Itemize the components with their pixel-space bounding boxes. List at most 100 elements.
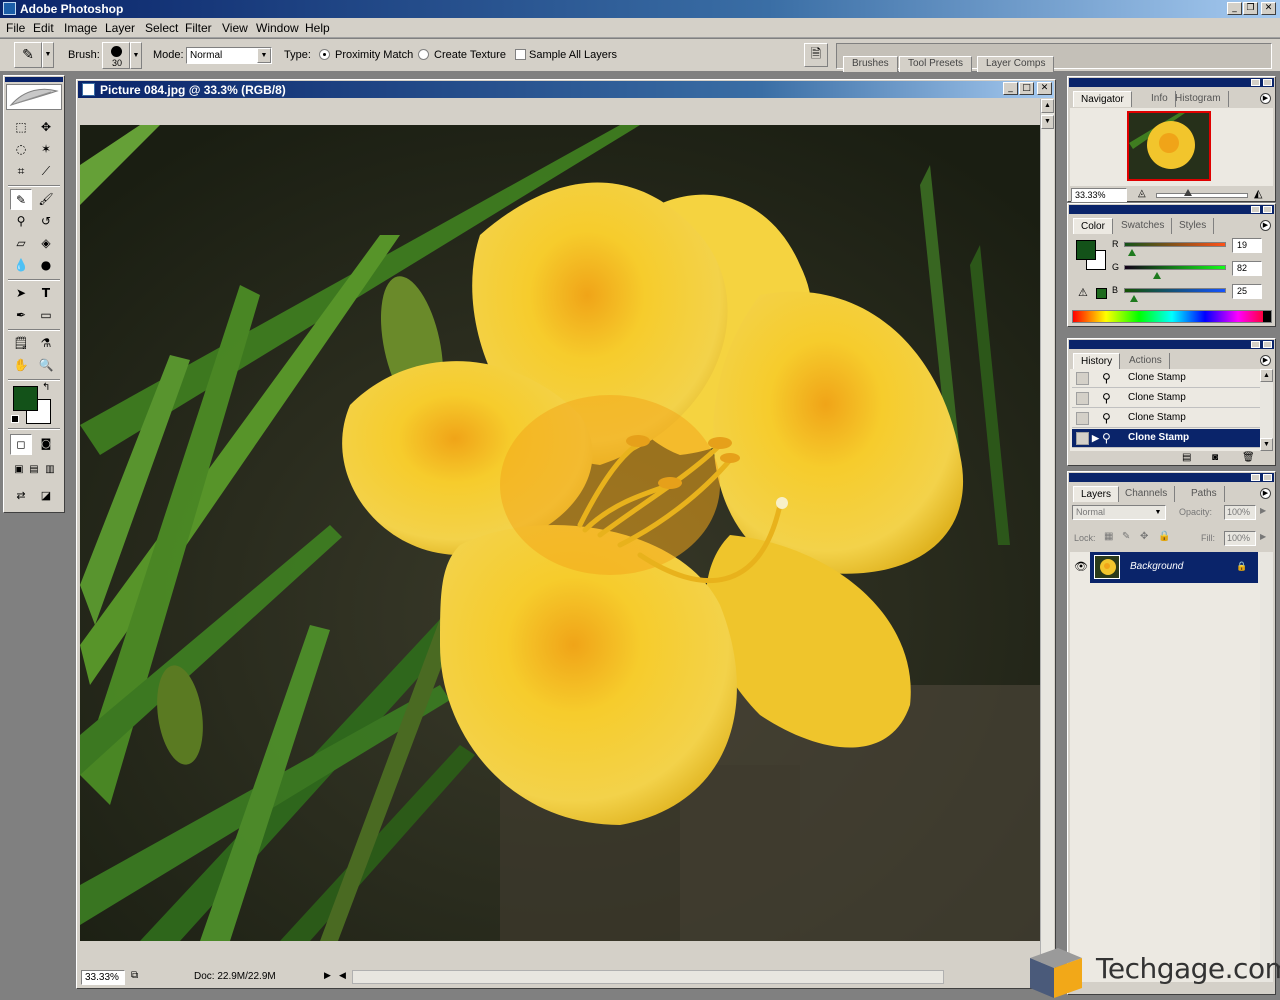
tab-color[interactable]: Color xyxy=(1073,218,1113,234)
scroll-up-icon[interactable]: ▲ xyxy=(1041,99,1054,113)
hand-tool-icon[interactable]: ✋ xyxy=(10,355,32,376)
document-title-bar[interactable]: Picture 084.jpg @ 33.3% (RGB/8) _ □ ✕ xyxy=(78,81,1054,98)
spectrum-black-swatch[interactable] xyxy=(1263,311,1271,322)
default-colors-icon[interactable] xyxy=(11,415,19,423)
lock-all-icon[interactable]: 🔒 xyxy=(1158,531,1170,542)
foreground-color-swatch[interactable] xyxy=(13,386,38,411)
menu-window[interactable]: Window xyxy=(256,21,299,35)
restore-button[interactable]: ❐ xyxy=(1243,2,1258,15)
palette-menu-icon[interactable]: ▶ xyxy=(1260,355,1271,366)
lasso-tool-icon[interactable]: ◌ xyxy=(10,139,32,160)
crop-tool-icon[interactable]: ⌗ xyxy=(10,161,32,182)
tab-channels[interactable]: Channels xyxy=(1118,486,1176,502)
menu-file[interactable]: File xyxy=(6,21,25,35)
status-menu-arrow-icon[interactable]: ▶ xyxy=(324,970,331,981)
scroll-down-icon[interactable]: ▼ xyxy=(1041,115,1054,129)
proximity-match-radio[interactable] xyxy=(319,49,330,60)
trash-icon[interactable]: 🗑 xyxy=(1242,452,1255,463)
tab-navigator[interactable]: Navigator xyxy=(1073,91,1132,107)
history-item-selected[interactable]: ▶ ⚲ Clone Stamp xyxy=(1072,429,1262,448)
menu-filter[interactable]: Filter xyxy=(185,21,212,35)
chevron-down-icon[interactable]: ▼ xyxy=(257,48,271,63)
notes-tool-icon[interactable]: 🗒 xyxy=(10,333,32,354)
channel-r-slider[interactable] xyxy=(1124,242,1226,247)
pen-tool-icon[interactable]: ✒ xyxy=(10,305,32,326)
scroll-left-icon[interactable]: ◀ xyxy=(339,970,346,981)
menu-select[interactable]: Select xyxy=(145,21,178,35)
history-source-checkbox[interactable] xyxy=(1076,372,1089,385)
history-item[interactable]: ⚲ Clone Stamp xyxy=(1072,389,1262,408)
history-palette-bar[interactable] xyxy=(1069,340,1274,349)
marquee-tool-icon[interactable]: ⬚ xyxy=(10,117,32,138)
path-selection-tool-icon[interactable]: ➤ xyxy=(10,283,32,304)
color-foreground-swatch[interactable] xyxy=(1076,240,1096,260)
navigator-zoom-slider[interactable] xyxy=(1156,193,1248,198)
close-button[interactable]: ✕ xyxy=(1261,2,1276,15)
file-browser-icon[interactable]: 🗎 xyxy=(804,43,828,67)
zoom-out-icon[interactable]: ◬ xyxy=(1138,188,1146,199)
gamut-color-swatch[interactable] xyxy=(1096,288,1107,299)
palette-menu-icon[interactable]: ▶ xyxy=(1260,220,1271,231)
tab-paths[interactable]: Paths xyxy=(1184,486,1225,502)
minimize-button[interactable]: _ xyxy=(1227,2,1242,15)
channel-r-thumb[interactable] xyxy=(1127,249,1136,256)
channel-b-slider[interactable] xyxy=(1124,288,1226,293)
blur-tool-icon[interactable]: 💧 xyxy=(10,255,32,276)
scroll-down-icon[interactable]: ▼ xyxy=(1260,438,1273,451)
eraser-tool-icon[interactable]: ▱ xyxy=(10,233,32,254)
quick-mask-icon[interactable]: ◙ xyxy=(35,434,57,455)
channel-b-thumb[interactable] xyxy=(1130,295,1138,302)
menu-edit[interactable]: Edit xyxy=(33,21,54,35)
palette-minimize-icon[interactable] xyxy=(1251,79,1260,86)
tab-layers[interactable]: Layers xyxy=(1073,486,1120,502)
horizontal-scrollbar[interactable] xyxy=(352,970,944,984)
channel-g-slider[interactable] xyxy=(1124,265,1226,270)
healing-brush-preset-icon[interactable]: ✎ xyxy=(14,42,42,68)
shape-tool-icon[interactable]: ▭ xyxy=(35,305,57,326)
tab-actions[interactable]: Actions xyxy=(1122,353,1170,369)
slice-tool-icon[interactable]: ⟋ xyxy=(35,161,57,182)
history-source-checkbox[interactable] xyxy=(1076,412,1089,425)
adobe-online-feather-icon[interactable] xyxy=(6,84,62,110)
magic-wand-tool-icon[interactable]: ✶ xyxy=(35,139,57,160)
doc-maximize-button[interactable]: □ xyxy=(1019,82,1034,95)
palette-close-icon[interactable] xyxy=(1263,341,1272,348)
create-texture-radio[interactable] xyxy=(418,49,429,60)
jump-to-imageready-icon[interactable]: ⇄ xyxy=(10,486,32,507)
snapshot-icon[interactable]: ◙ xyxy=(1212,452,1218,463)
navigator-palette-bar[interactable] xyxy=(1069,78,1274,87)
mode-select[interactable]: Normal ▼ xyxy=(186,47,272,64)
history-item[interactable]: ⚲ Clone Stamp xyxy=(1072,409,1262,428)
new-document-from-state-icon[interactable]: ▤ xyxy=(1182,452,1191,463)
color-palette-bar[interactable] xyxy=(1069,205,1274,214)
channel-g-thumb[interactable] xyxy=(1152,272,1161,279)
doc-minimize-button[interactable]: _ xyxy=(1003,82,1018,95)
clone-stamp-tool-icon[interactable]: ⚲ xyxy=(10,211,32,232)
well-tab-tool-presets[interactable]: Tool Presets xyxy=(899,56,973,72)
tab-histogram[interactable]: Histogram xyxy=(1168,91,1229,107)
full-screen-mode-icon[interactable]: ▥ xyxy=(39,460,61,481)
tab-history[interactable]: History xyxy=(1073,353,1121,369)
palette-minimize-icon[interactable] xyxy=(1251,206,1260,213)
history-source-checkbox[interactable] xyxy=(1076,392,1089,405)
fill-field[interactable]: 100% xyxy=(1224,531,1256,546)
brush-dropdown[interactable]: ▼ xyxy=(130,42,142,69)
channel-r-field[interactable]: 19 xyxy=(1232,238,1262,253)
type-tool-icon[interactable]: T xyxy=(35,283,57,304)
palette-menu-icon[interactable]: ▶ xyxy=(1260,93,1271,104)
healing-brush-tool-icon[interactable]: ✎ xyxy=(10,189,32,210)
lock-position-icon[interactable]: ✥ xyxy=(1140,531,1148,542)
tool-preset-dropdown[interactable]: ▼ xyxy=(42,42,54,68)
menu-view[interactable]: View xyxy=(222,21,248,35)
color-spectrum-bar[interactable] xyxy=(1072,310,1272,323)
scroll-up-icon[interactable]: ▲ xyxy=(1260,369,1273,382)
palette-close-icon[interactable] xyxy=(1263,474,1272,481)
standard-mode-icon[interactable]: ◻ xyxy=(10,434,32,455)
swap-colors-icon[interactable]: ↰ xyxy=(42,382,50,393)
imageready-icon[interactable]: ◪ xyxy=(35,486,57,507)
well-tab-layer-comps[interactable]: Layer Comps xyxy=(977,56,1055,72)
opacity-arrow-icon[interactable]: ▶ xyxy=(1260,506,1266,515)
layers-scrollbar[interactable] xyxy=(1260,552,1273,982)
channel-g-field[interactable]: 82 xyxy=(1232,261,1262,276)
menu-help[interactable]: Help xyxy=(305,21,330,35)
